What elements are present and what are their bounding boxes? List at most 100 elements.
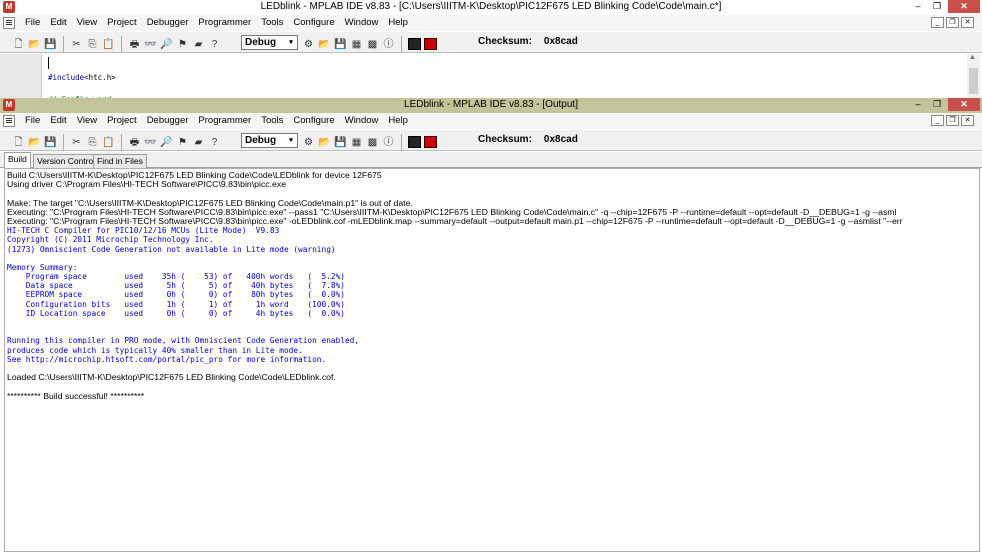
close-button[interactable]: ✕ [948, 0, 980, 13]
info-icon[interactable]: ⓘ [382, 38, 395, 51]
document-menu-icon[interactable] [3, 115, 15, 127]
menu-configure[interactable]: Configure [288, 115, 339, 127]
release-reset-icon[interactable] [424, 38, 437, 50]
save-icon[interactable]: 💾 [44, 38, 57, 51]
menu-view[interactable]: View [72, 115, 102, 127]
print-icon[interactable]: 🖶 [128, 38, 141, 51]
code-editor[interactable]: #include<htc.h>// Config word [0, 54, 982, 104]
menu-project[interactable]: Project [102, 115, 142, 127]
find-in-files-icon[interactable]: 🔎 [160, 38, 173, 51]
output-line: produces code which is typically 40% sma… [7, 345, 303, 355]
standard-tools: 🗋 📂 💾 ✂ ⎘ 📋 🖶 👓 🔎 ⚑ ▰ ? [12, 36, 221, 52]
project-tools: ⚙ 📂 💾 ▦ ▩ ⓘ [302, 134, 437, 150]
program-target-icon[interactable] [408, 38, 421, 50]
editor-scrollbar[interactable] [967, 54, 980, 98]
menu-help[interactable]: Help [383, 115, 413, 127]
bookmark-icon[interactable]: ⚑ [176, 38, 189, 51]
maximize-button[interactable]: ❐ [928, 0, 946, 13]
cut-icon[interactable]: ✂ [70, 136, 83, 149]
menu-file[interactable]: File [20, 115, 45, 127]
document-menu-icon[interactable] [3, 17, 15, 29]
tab-find-in-files[interactable]: Find in Files [93, 154, 147, 168]
menu-window[interactable]: Window [340, 115, 384, 127]
menu-edit[interactable]: Edit [45, 115, 71, 127]
output-line: Build C:\Users\IIITM-K\Desktop\PIC12F675… [7, 171, 382, 180]
project-wizard-icon[interactable]: ⚙ [302, 38, 315, 51]
chevron-down-icon[interactable]: ▾ [286, 135, 296, 146]
tab-version-control[interactable]: Version Control [33, 154, 100, 168]
copy-icon[interactable]: ⎘ [86, 136, 99, 149]
menu-tools[interactable]: Tools [256, 115, 288, 127]
mdi-minimize-button[interactable]: _ [931, 17, 944, 28]
menu-debugger[interactable]: Debugger [142, 115, 194, 127]
mdi-restore-button[interactable]: ❐ [946, 17, 959, 28]
menu-configure[interactable]: Configure [288, 17, 339, 29]
menu-window[interactable]: Window [340, 17, 384, 29]
open-project-icon[interactable]: 📂 [318, 136, 331, 149]
info-icon[interactable]: ⓘ [382, 136, 395, 149]
output-blank-line [7, 189, 979, 198]
build-all-icon[interactable]: ▩ [366, 136, 379, 149]
minimize-button[interactable]: ‒ [908, 98, 928, 111]
build-config-select[interactable]: Debug ▾ [241, 133, 298, 148]
menu-view[interactable]: View [72, 17, 102, 29]
main-title-bar[interactable]: M LEDblink - MPLAB IDE v8.83 - [C:\Users… [0, 0, 982, 15]
build-output-pane[interactable]: Build C:\Users\IIITM-K\Desktop\PIC12F675… [4, 168, 980, 552]
mdi-close-button[interactable]: ✕ [961, 17, 974, 28]
open-file-icon[interactable]: 📂 [28, 38, 41, 51]
bookmark-icon[interactable]: ⚑ [176, 136, 189, 149]
open-project-icon[interactable]: 📂 [318, 38, 331, 51]
program-target-icon[interactable] [408, 136, 421, 148]
project-tools: ⚙ 📂 💾 ▦ ▩ ⓘ [302, 36, 437, 52]
include-keyword: #include [48, 73, 85, 82]
cut-icon[interactable]: ✂ [70, 38, 83, 51]
help-icon[interactable]: ? [208, 38, 221, 51]
toggle-icon[interactable]: ▰ [192, 38, 205, 51]
maximize-button[interactable]: ❐ [928, 98, 946, 111]
menu-tools[interactable]: Tools [256, 17, 288, 29]
build-config-select[interactable]: Debug ▾ [241, 35, 298, 50]
build-all-icon[interactable]: ▩ [366, 38, 379, 51]
toggle-icon[interactable]: ▰ [192, 136, 205, 149]
release-reset-icon[interactable] [424, 136, 437, 148]
menu-edit[interactable]: Edit [45, 17, 71, 29]
help-icon[interactable]: ? [208, 136, 221, 149]
output-line: HI-TECH C Compiler for PIC10/12/16 MCUs … [7, 226, 280, 236]
menu-debugger[interactable]: Debugger [142, 17, 194, 29]
print-icon[interactable]: 🖶 [128, 136, 141, 149]
menu-project[interactable]: Project [102, 17, 142, 29]
output-title-bar[interactable]: M LEDblink - MPLAB IDE v8.83 - [Output] … [0, 98, 982, 113]
tab-build[interactable]: Build [4, 152, 31, 168]
mdi-restore-button[interactable]: ❐ [946, 115, 959, 126]
open-file-icon[interactable]: 📂 [28, 136, 41, 149]
menu-file[interactable]: File [20, 17, 45, 29]
new-file-icon[interactable]: 🗋 [12, 136, 25, 149]
mdi-minimize-button[interactable]: _ [931, 115, 944, 126]
paste-icon[interactable]: 📋 [102, 38, 115, 51]
save-project-icon[interactable]: 💾 [334, 38, 347, 51]
menu-items: File Edit View Project Debugger Programm… [20, 115, 413, 127]
toolbar-separator [63, 36, 64, 52]
new-file-icon[interactable]: 🗋 [12, 38, 25, 51]
paste-icon[interactable]: 📋 [102, 136, 115, 149]
save-icon[interactable]: 💾 [44, 136, 57, 149]
build-icon[interactable]: ▦ [350, 136, 363, 149]
output-line: Make: The target "C:\Users\IIITM-K\Deskt… [7, 198, 413, 208]
close-button[interactable]: ✕ [948, 98, 980, 111]
copy-icon[interactable]: ⎘ [86, 38, 99, 51]
find-in-files-icon[interactable]: 🔎 [160, 136, 173, 149]
chevron-down-icon[interactable]: ▾ [286, 37, 296, 48]
menu-programmer[interactable]: Programmer [193, 17, 256, 29]
build-icon[interactable]: ▦ [350, 38, 363, 51]
output-blank-line [7, 327, 979, 336]
menu-programmer[interactable]: Programmer [193, 115, 256, 127]
build-config-value: Debug [245, 37, 277, 48]
output-blank-line [7, 254, 979, 263]
menu-help[interactable]: Help [383, 17, 413, 29]
find-icon[interactable]: 👓 [144, 38, 157, 51]
mdi-close-button[interactable]: ✕ [961, 115, 974, 126]
save-project-icon[interactable]: 💾 [334, 136, 347, 149]
minimize-button[interactable]: ‒ [908, 0, 928, 13]
project-wizard-icon[interactable]: ⚙ [302, 136, 315, 149]
find-icon[interactable]: 👓 [144, 136, 157, 149]
